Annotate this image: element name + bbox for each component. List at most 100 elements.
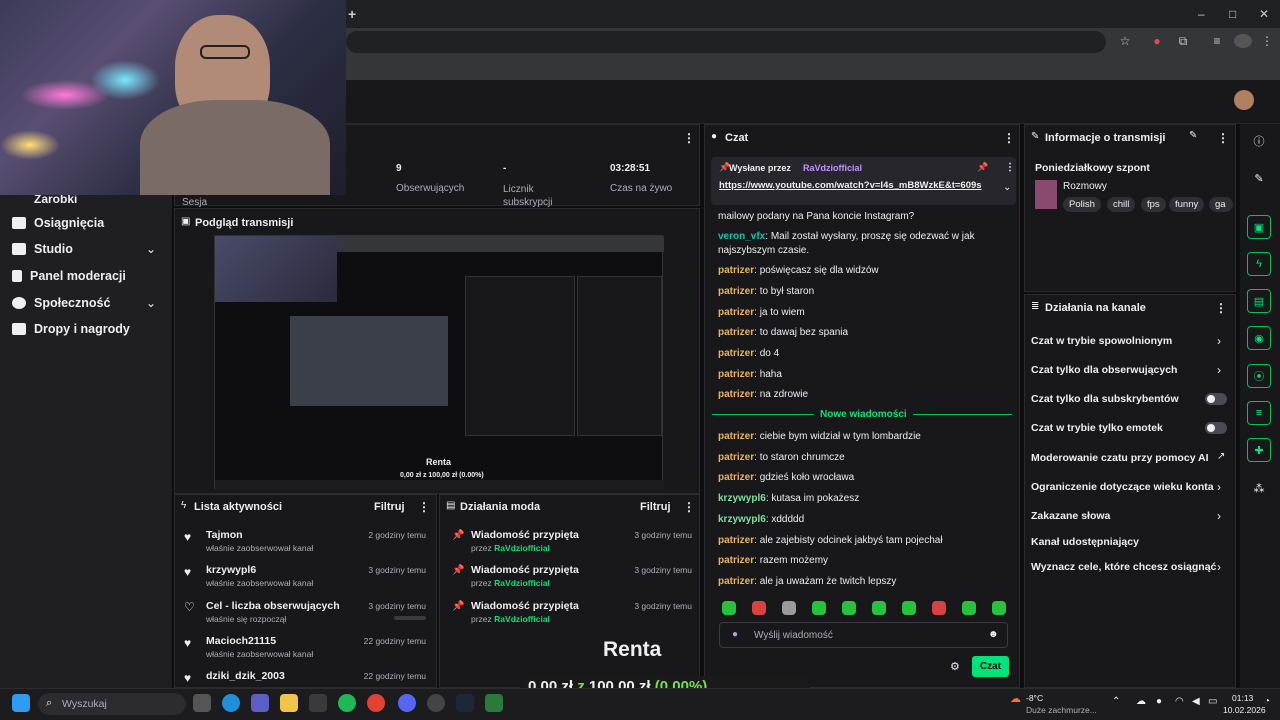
bolt-icon[interactable]: ϟ: [1247, 252, 1271, 276]
subscribers-only-toggle[interactable]: [1205, 393, 1227, 405]
discord-icon[interactable]: [398, 694, 416, 712]
sidebar-item-community[interactable]: Społeczność: [12, 296, 110, 310]
tag[interactable]: chill: [1107, 197, 1136, 212]
app-icon[interactable]: [485, 694, 503, 712]
profile-avatar-icon[interactable]: [1234, 34, 1252, 48]
obs-icon[interactable]: [427, 694, 445, 712]
volume-icon[interactable]: ◀: [1192, 696, 1200, 707]
send-chat-button[interactable]: Czat: [972, 656, 1009, 677]
action-followers-only[interactable]: Czat tylko dla obserwujących: [1031, 364, 1177, 376]
chrome-icon[interactable]: [367, 694, 385, 712]
document-icon[interactable]: ▤: [1247, 289, 1271, 313]
emote-icon[interactable]: [962, 601, 976, 615]
action-banned-words[interactable]: Zakazane słowa: [1031, 510, 1110, 522]
pinned-link[interactable]: https://www.youtube.com/watch?v=I4s_mB8W…: [719, 180, 999, 191]
mod-actions-filter-button[interactable]: Filtruj: [640, 501, 671, 513]
close-window-button[interactable]: ✕: [1259, 7, 1269, 21]
file-explorer-icon[interactable]: [280, 694, 298, 712]
more-icon[interactable]: ⋮: [683, 500, 695, 514]
spotify-icon[interactable]: [338, 694, 356, 712]
mic-icon[interactable]: ●: [1156, 696, 1162, 707]
more-icon[interactable]: ⋮: [1215, 301, 1227, 315]
activity-filter-button[interactable]: Filtruj: [374, 501, 405, 513]
emote-icon[interactable]: [902, 601, 916, 615]
more-icon[interactable]: ⋮: [1005, 162, 1015, 173]
wrench-icon[interactable]: ✚: [1247, 438, 1271, 462]
teams-icon[interactable]: [251, 694, 269, 712]
store-icon[interactable]: [309, 694, 327, 712]
battery-icon[interactable]: ▭: [1208, 696, 1217, 707]
clock-time[interactable]: 01:13: [1232, 693, 1253, 703]
tray-app-icon[interactable]: ☁: [1136, 696, 1146, 707]
mic-icon[interactable]: ●: [732, 629, 738, 640]
preview-video[interactable]: Renta 0,00 zł z 100,00 zł (0.00%): [214, 235, 664, 490]
unpin-icon[interactable]: 📌: [977, 162, 988, 173]
chevron-down-icon[interactable]: ⌄: [146, 296, 156, 310]
notification-icon[interactable]: ◔: [1264, 696, 1270, 707]
emote-only-toggle[interactable]: [1205, 422, 1227, 434]
action-ai-moderation[interactable]: Moderowanie czatu przy pomocy AI: [1031, 452, 1209, 464]
add-panel-icon[interactable]: ⁂: [1247, 476, 1271, 500]
emoji-icon[interactable]: ☻: [988, 629, 999, 640]
action-shared-channel[interactable]: Kanał udostępniający: [1031, 536, 1139, 548]
windows-start-icon[interactable]: [12, 694, 30, 712]
emote-icon[interactable]: [812, 601, 826, 615]
chat-input[interactable]: ● Wyślij wiadomość ☻: [719, 622, 1008, 648]
extension-icon[interactable]: ●: [1148, 34, 1166, 48]
extensions-puzzle-icon[interactable]: ⧉: [1174, 34, 1192, 48]
user-avatar[interactable]: [1234, 90, 1254, 110]
info-icon[interactable]: ⓘ: [1247, 129, 1271, 153]
tag[interactable]: ga: [1209, 197, 1233, 212]
chevron-down-icon[interactable]: ⌄: [1003, 182, 1011, 193]
emote-icon[interactable]: [782, 601, 796, 615]
more-icon[interactable]: ⋮: [1003, 131, 1015, 145]
media-control-icon[interactable]: ≡: [1208, 34, 1226, 48]
broadcast-icon[interactable]: ⦿: [1247, 364, 1271, 388]
emote-icon[interactable]: [752, 601, 766, 615]
minimize-button[interactable]: ‒: [1198, 7, 1205, 21]
tag[interactable]: funny: [1169, 197, 1205, 212]
sidebar-item-drops[interactable]: Dropy i nagrody: [12, 322, 130, 336]
more-icon[interactable]: ⋮: [1217, 131, 1229, 145]
more-icon[interactable]: ⋮: [683, 131, 695, 145]
more-icon[interactable]: ⋮: [418, 500, 430, 514]
edit-icon[interactable]: ✎: [1189, 130, 1197, 141]
edge-icon[interactable]: [222, 694, 240, 712]
chevron-right-icon[interactable]: ›: [1217, 363, 1221, 377]
sidebar-item-mod-panel[interactable]: Panel moderacji: [12, 269, 126, 283]
action-account-age[interactable]: Ograniczenie dotyczące wieku konta: [1031, 481, 1214, 493]
chevron-right-icon[interactable]: ›: [1217, 509, 1221, 523]
task-view-icon[interactable]: [193, 694, 211, 712]
maximize-button[interactable]: □: [1229, 7, 1236, 21]
emote-icon[interactable]: [722, 601, 736, 615]
emote-icon[interactable]: [992, 601, 1006, 615]
emote-icon[interactable]: [872, 601, 886, 615]
clock-date[interactable]: 10.02.2026: [1223, 705, 1266, 715]
wifi-icon[interactable]: ◠: [1175, 696, 1184, 707]
pinned-user[interactable]: RaVdziofficial: [803, 163, 862, 173]
tag[interactable]: fps: [1141, 197, 1166, 212]
tray-chevron-icon[interactable]: ⌃: [1112, 696, 1120, 707]
emote-icon[interactable]: [932, 601, 946, 615]
stack-icon[interactable]: ≡: [1247, 401, 1271, 425]
action-slow-mode[interactable]: Czat w trybie spowolnionym: [1031, 335, 1172, 347]
clip-icon[interactable]: ▣: [1247, 215, 1271, 239]
address-bar[interactable]: [346, 31, 1106, 53]
bookmark-star-icon[interactable]: ☆: [1116, 34, 1134, 48]
external-link-icon[interactable]: ↗: [1217, 451, 1225, 462]
chevron-right-icon[interactable]: ›: [1217, 334, 1221, 348]
chat-icon[interactable]: ◉: [1247, 326, 1271, 350]
pencil-icon[interactable]: ✎: [1247, 166, 1271, 190]
chevron-down-icon[interactable]: ⌄: [146, 242, 156, 256]
category-name[interactable]: Rozmowy: [1063, 181, 1107, 192]
chevron-right-icon[interactable]: ›: [1217, 560, 1221, 574]
sidebar-item-studio[interactable]: Studio: [12, 242, 73, 256]
new-tab-button[interactable]: +: [348, 6, 356, 22]
sidebar-item-achievements[interactable]: Osiągnięcia: [12, 216, 104, 230]
taskbar-search[interactable]: ⌕ Wyszukaj: [38, 693, 186, 715]
settings-gear-icon[interactable]: ⚙: [950, 660, 960, 673]
chevron-right-icon[interactable]: ›: [1217, 480, 1221, 494]
steam-icon[interactable]: [456, 694, 474, 712]
tag[interactable]: Polish: [1063, 197, 1101, 212]
action-set-goals[interactable]: Wyznacz cele, które chcesz osiągnąć: [1031, 561, 1216, 573]
